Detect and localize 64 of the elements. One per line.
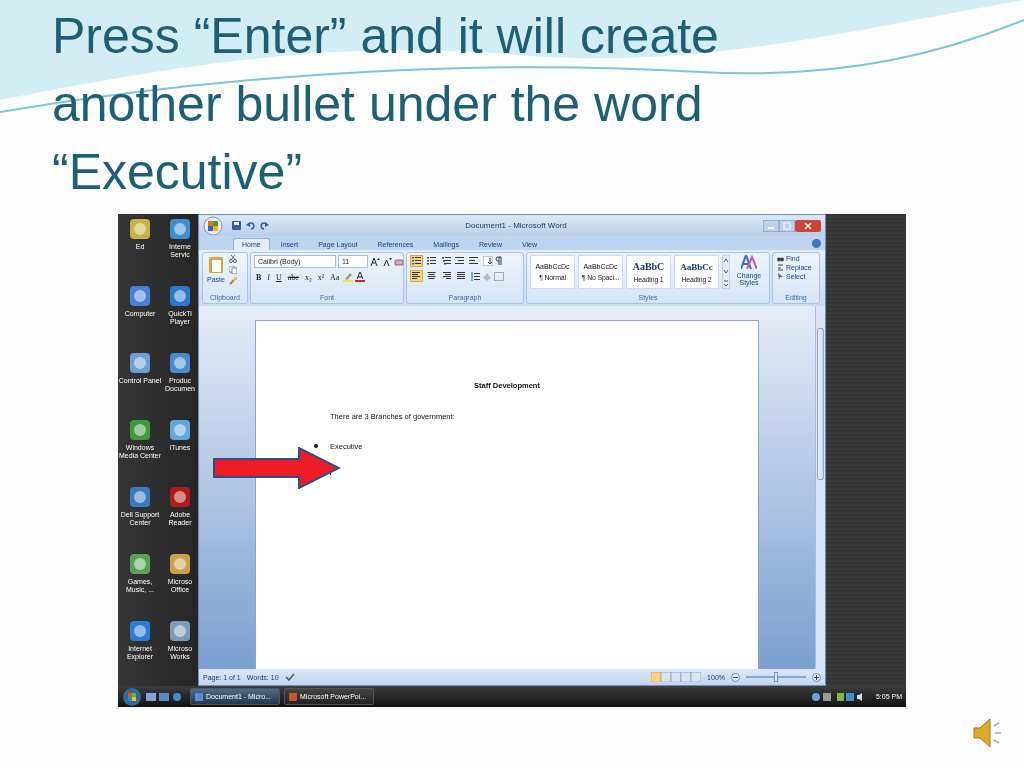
speaker-icon[interactable]: [972, 716, 1004, 750]
undo-icon[interactable]: [246, 221, 255, 230]
app-icon: [168, 284, 192, 308]
format-button[interactable]: Aa: [328, 271, 342, 283]
start-button[interactable]: [122, 686, 142, 707]
brush-icon[interactable]: [228, 277, 237, 285]
bullets-icon[interactable]: [410, 255, 423, 267]
app-icon: [168, 217, 192, 241]
app-icon: [128, 284, 152, 308]
app-icon: [168, 351, 192, 375]
binoculars-icon: [777, 255, 784, 262]
proofing-icon[interactable]: [284, 673, 295, 681]
redo-icon[interactable]: [260, 221, 269, 230]
format-button[interactable]: abe: [285, 271, 301, 283]
multilevel-icon[interactable]: [440, 255, 453, 267]
cursor-icon: [777, 273, 784, 280]
indent-icon[interactable]: [455, 257, 481, 265]
zoom-slider-thumb[interactable]: [774, 672, 778, 682]
format-button[interactable]: x₂: [302, 271, 314, 283]
align-right-icon[interactable]: [440, 270, 453, 282]
window-title: Document1 - Microsoft Word: [464, 221, 568, 230]
format-button[interactable]: B: [254, 271, 264, 283]
sort-icon[interactable]: [483, 256, 493, 266]
style-scroll-icon[interactable]: [722, 255, 730, 289]
app-icon: [128, 485, 152, 509]
app-icon: [168, 418, 192, 442]
app-icon: [195, 692, 203, 701]
vertical-scrollbar[interactable]: [815, 306, 825, 669]
align-left-icon[interactable]: [410, 270, 423, 282]
app-icon: [128, 217, 152, 241]
app-icon: [168, 619, 192, 643]
office-button[interactable]: [202, 216, 224, 235]
format-button[interactable]: I: [265, 271, 272, 283]
app-icon: [168, 485, 192, 509]
font-color-icon[interactable]: [355, 272, 366, 282]
app-icon: [128, 619, 152, 643]
slide-title: “Executive”: [52, 143, 303, 202]
app-icon: [128, 351, 152, 375]
grow-font-icon[interactable]: [370, 256, 380, 267]
scissors-icon[interactable]: [228, 255, 237, 263]
close-button[interactable]: [795, 219, 821, 232]
style-preview: AaBbCc: [680, 261, 713, 272]
slide-title: Press “Enter” and it will create: [52, 7, 719, 66]
pilcrow-icon[interactable]: [495, 256, 503, 266]
replace-icon: [777, 264, 784, 271]
app-icon: [168, 552, 192, 576]
save-icon[interactable]: [232, 221, 241, 230]
style-preview: AaBbC: [632, 261, 665, 272]
app-icon: [128, 418, 152, 442]
bullet-icon: [314, 444, 318, 448]
format-button[interactable]: U: [274, 271, 284, 283]
clipboard-icon: [207, 255, 224, 273]
app-icon: [289, 692, 297, 701]
app-icon: [128, 552, 152, 576]
justify-icon[interactable]: [455, 270, 468, 282]
numbering-icon[interactable]: [425, 255, 438, 267]
format-button[interactable]: x²: [315, 271, 327, 283]
change-styles-icon: [741, 255, 757, 269]
zoom-out-icon[interactable]: [731, 672, 740, 682]
line-spacing-icon[interactable]: [470, 271, 480, 281]
center-icon[interactable]: [425, 270, 438, 282]
slide-title: another bullet under the word: [52, 75, 703, 134]
zoom-in-icon[interactable]: [812, 672, 821, 682]
shrink-font-icon[interactable]: [382, 256, 392, 267]
